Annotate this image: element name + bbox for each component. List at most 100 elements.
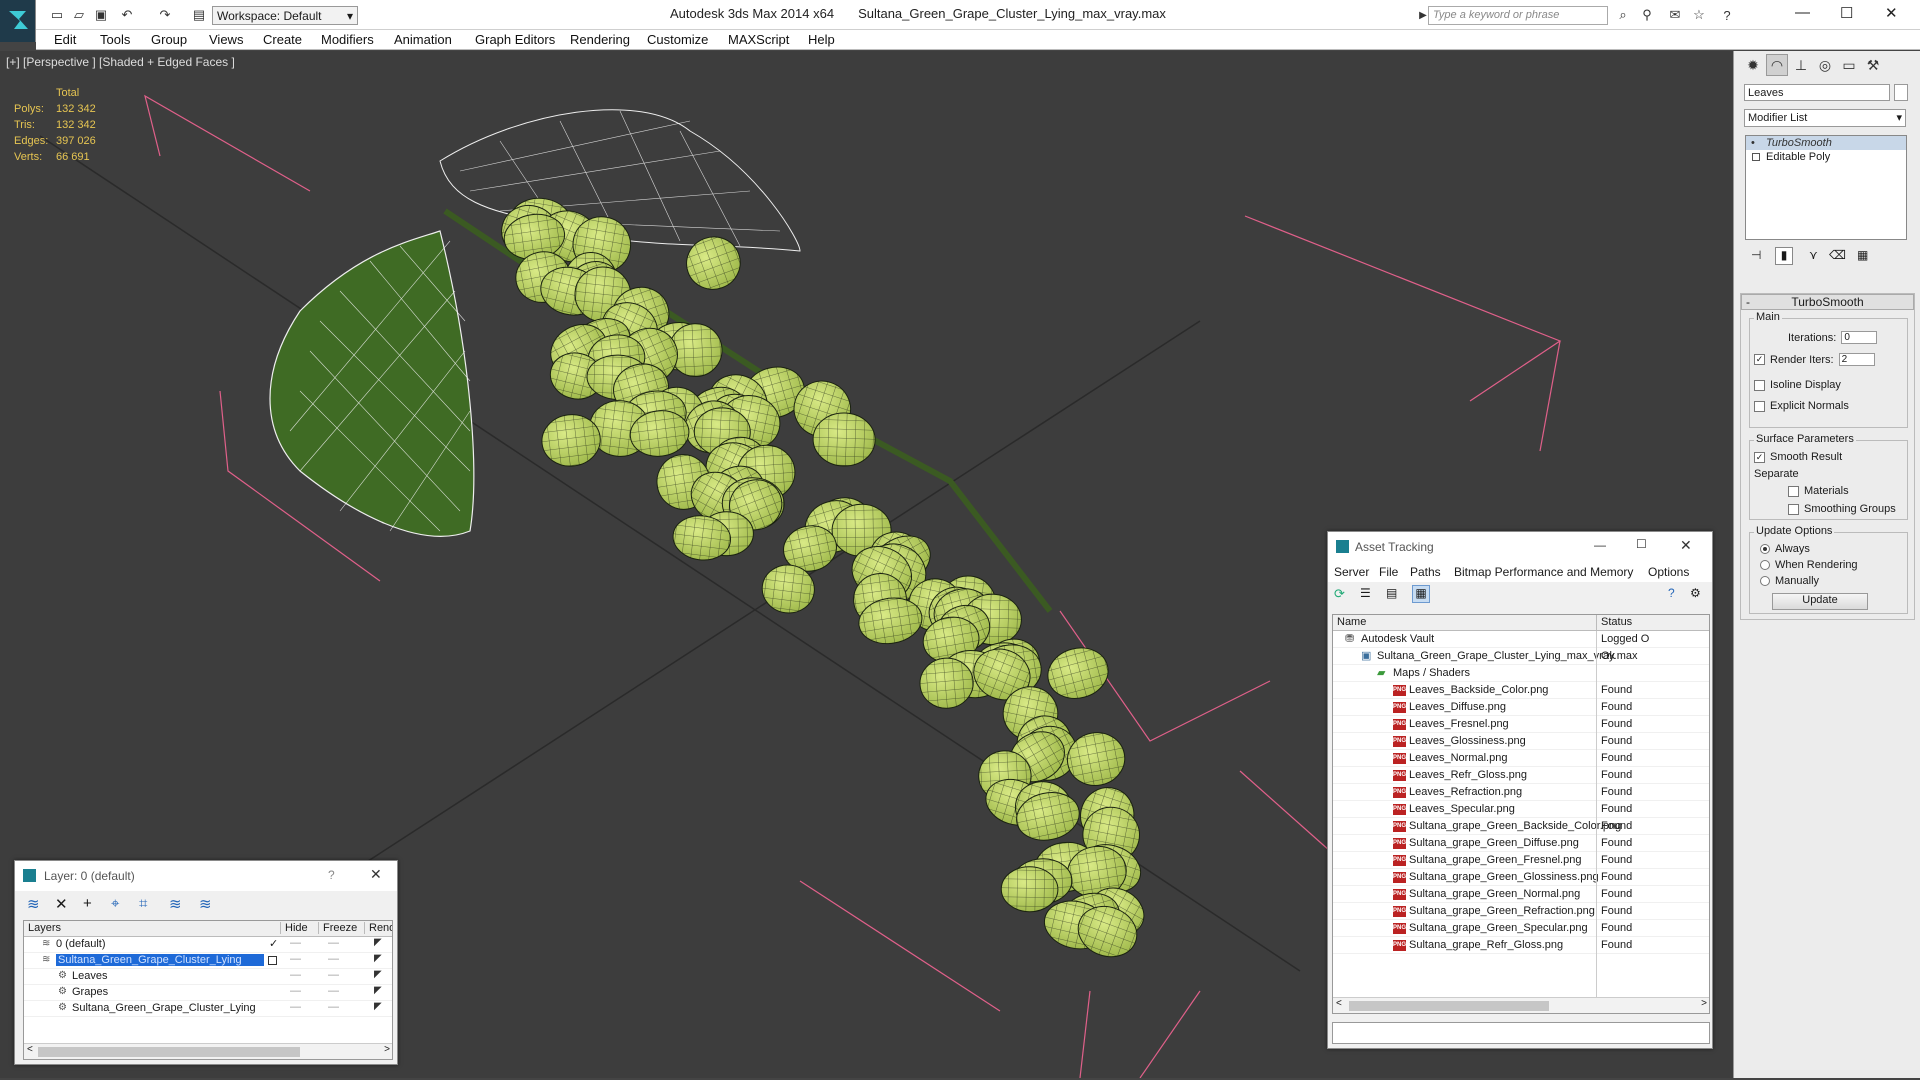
menu-create[interactable]: Create: [263, 32, 302, 47]
asset-row[interactable]: PNG Sultana_grape_Green_Fresnel.png Found: [1333, 852, 1709, 869]
asset-row[interactable]: PNG Sultana_grape_Green_Diffuse.png Found: [1333, 835, 1709, 852]
freeze-toggle[interactable]: —: [328, 1001, 339, 1013]
menu-bitmap-performance[interactable]: Bitmap Performance and Memory: [1454, 565, 1633, 579]
asset-row[interactable]: PNG Sultana_grape_Green_Glossiness.png Fou…: [1333, 869, 1709, 886]
delete-layer-icon[interactable]: ✕: [55, 895, 68, 913]
collapse-icon[interactable]: -: [1746, 295, 1750, 309]
menu-options[interactable]: Options: [1648, 565, 1689, 579]
maximize-button[interactable]: ☐: [1840, 4, 1853, 22]
rollout-header[interactable]: - TurboSmooth: [1741, 294, 1914, 310]
asset-row[interactable]: PNG Leaves_Refr_Gloss.png Found: [1333, 767, 1709, 784]
col-render[interactable]: Rende: [364, 922, 392, 934]
smooth-result-checkbox[interactable]: ✓: [1754, 451, 1765, 463]
search-input[interactable]: Type a keyword or phrase: [1428, 6, 1608, 25]
maximize-button[interactable]: ☐: [1636, 537, 1647, 551]
col-status[interactable]: Status: [1601, 616, 1632, 628]
hide-all-layers-icon[interactable]: ≋: [169, 895, 182, 913]
asset-row[interactable]: PNG Sultana_grape_Green_Refraction.png Fou…: [1333, 903, 1709, 920]
save-file-icon[interactable]: ▣: [92, 6, 110, 24]
project-folder-icon[interactable]: ▤: [190, 6, 208, 24]
utilities-tab-icon[interactable]: ⚒: [1862, 54, 1884, 76]
grid-view-icon[interactable]: ▦: [1412, 585, 1430, 603]
hide-toggle[interactable]: —: [290, 937, 301, 949]
layer-row[interactable]: ≋ 0 (default) ✓ — — ◤: [24, 937, 392, 953]
asset-row[interactable]: PNG Leaves_Glossiness.png Found: [1333, 733, 1709, 750]
always-radio[interactable]: [1760, 544, 1770, 554]
render-teapot-icon[interactable]: ◤: [374, 985, 382, 996]
workspace-dropdown[interactable]: Workspace: Default ▾: [212, 6, 358, 25]
render-teapot-icon[interactable]: ◤: [374, 937, 382, 948]
hierarchy-tab-icon[interactable]: ⊥: [1790, 54, 1812, 76]
asset-tracking-titlebar[interactable]: Asset Tracking — ☐ ✕: [1328, 532, 1712, 562]
menu-group[interactable]: Group: [151, 32, 187, 47]
menu-customize[interactable]: Customize: [647, 32, 708, 47]
when-rendering-radio[interactable]: [1760, 560, 1770, 570]
modifier-list-dropdown[interactable]: Modifier List ▾: [1744, 109, 1906, 127]
redo-icon[interactable]: ↷: [156, 6, 174, 24]
menu-server[interactable]: Server: [1334, 565, 1369, 579]
col-freeze[interactable]: Freeze: [318, 922, 357, 934]
menu-maxscript[interactable]: MAXScript: [728, 32, 789, 47]
render-teapot-icon[interactable]: ◤: [374, 953, 382, 964]
hide-toggle[interactable]: —: [290, 1001, 301, 1013]
viewport-label[interactable]: [+] [Perspective ] [Shaded + Edged Faces…: [6, 55, 235, 69]
settings-icon[interactable]: ⚙: [1690, 586, 1701, 600]
menu-tools[interactable]: Tools: [100, 32, 130, 47]
render-teapot-icon[interactable]: ◤: [374, 969, 382, 980]
isoline-checkbox[interactable]: [1754, 379, 1765, 391]
stack-item-turbosmooth[interactable]: • TurboSmooth: [1746, 136, 1906, 150]
modify-tab-icon[interactable]: ◠: [1766, 54, 1788, 76]
layer-row[interactable]: ⚙ Grapes — — ◤: [24, 985, 392, 1001]
asset-row[interactable]: ⛃ Autodesk Vault Logged O: [1333, 631, 1709, 648]
help-icon[interactable]: ?: [1718, 6, 1736, 24]
stack-item-editable-poly[interactable]: Editable Poly: [1746, 150, 1906, 164]
horizontal-scrollbar[interactable]: < >: [24, 1043, 392, 1059]
asset-row[interactable]: PNG Leaves_Diffuse.png Found: [1333, 699, 1709, 716]
remove-modifier-icon[interactable]: ⌫: [1829, 248, 1846, 262]
menu-rendering[interactable]: Rendering: [570, 32, 630, 47]
layer-box-icon[interactable]: [268, 956, 277, 965]
asset-row[interactable]: PNG Leaves_Normal.png Found: [1333, 750, 1709, 767]
scrollbar-thumb[interactable]: [38, 1047, 300, 1057]
binoculars-icon[interactable]: ⌕: [1614, 6, 1632, 24]
asset-row[interactable]: PNG Sultana_grape_Green_Normal.png Found: [1333, 886, 1709, 903]
asset-row[interactable]: ▣ Sultana_Green_Grape_Cluster_Lying_max_v…: [1333, 648, 1709, 665]
subscription-icon[interactable]: ⚲: [1638, 6, 1656, 24]
menu-graph-editors[interactable]: Graph Editors: [475, 32, 555, 47]
undo-icon[interactable]: ↶: [118, 6, 136, 24]
configure-sets-icon[interactable]: ▦: [1857, 248, 1868, 262]
asset-path-field[interactable]: [1332, 1022, 1710, 1044]
expand-icon[interactable]: [1752, 153, 1760, 161]
open-file-icon[interactable]: ▱: [70, 6, 88, 24]
menu-paths[interactable]: Paths: [1410, 565, 1441, 579]
asset-row[interactable]: PNG Sultana_grape_Refr_Gloss.png Found: [1333, 937, 1709, 954]
create-tab-icon[interactable]: ✹: [1742, 54, 1764, 76]
asset-row[interactable]: PNG Leaves_Backside_Color.png Found: [1333, 682, 1709, 699]
highlight-layer-icon[interactable]: ⌗: [139, 895, 147, 912]
hide-toggle[interactable]: —: [290, 953, 301, 965]
iterations-spinner[interactable]: 0: [1841, 331, 1878, 344]
table-view-icon[interactable]: ▤: [1386, 586, 1397, 600]
menu-animation[interactable]: Animation: [394, 32, 452, 47]
freeze-toggle[interactable]: —: [328, 985, 339, 997]
display-tab-icon[interactable]: ▭: [1838, 54, 1860, 76]
communication-icon[interactable]: ✉: [1666, 6, 1684, 24]
horizontal-scrollbar[interactable]: < >: [1333, 997, 1709, 1013]
menu-file[interactable]: File: [1379, 565, 1398, 579]
hide-toggle[interactable]: —: [290, 969, 301, 981]
explicit-normals-checkbox[interactable]: [1754, 400, 1765, 412]
object-name-field[interactable]: Leaves: [1744, 84, 1890, 101]
menu-help[interactable]: Help: [808, 32, 835, 47]
asset-row[interactable]: PNG Leaves_Refraction.png Found: [1333, 784, 1709, 801]
freeze-all-layers-icon[interactable]: ≋: [199, 895, 212, 913]
layer-row[interactable]: ⚙ Leaves — — ◤: [24, 969, 392, 985]
app-logo[interactable]: [0, 0, 36, 42]
select-objects-icon[interactable]: ⌖: [111, 895, 119, 912]
pin-stack-icon[interactable]: ⊣: [1751, 248, 1761, 262]
col-layers[interactable]: Layers: [28, 922, 61, 934]
new-layer-icon[interactable]: ≋: [27, 895, 40, 913]
menu-edit[interactable]: Edit: [54, 32, 76, 47]
freeze-toggle[interactable]: —: [328, 969, 339, 981]
layer-row[interactable]: ≋ Sultana_Green_Grape_Cluster_Lying — — ◤: [24, 953, 392, 969]
asset-row[interactable]: PNG Leaves_Specular.png Found: [1333, 801, 1709, 818]
